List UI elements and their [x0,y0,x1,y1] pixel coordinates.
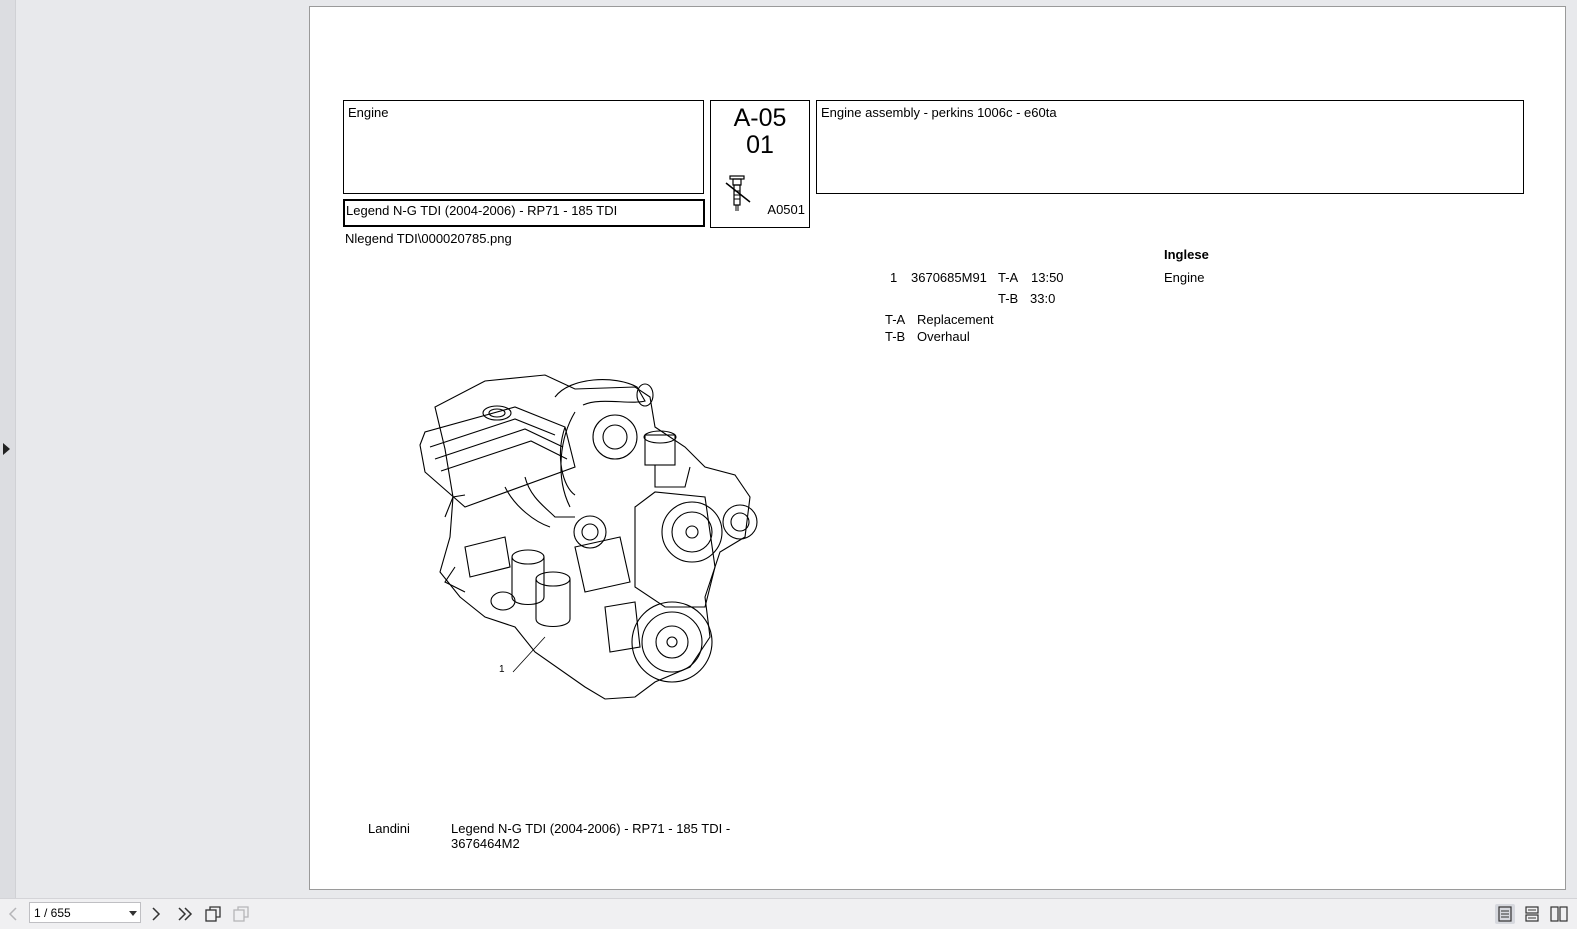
group-title: Engine [348,105,389,120]
footer-brand: Landini [368,821,410,836]
copy-icon [205,906,221,922]
model-title: Legend N-G TDI (2004-2006) - RP71 - 185 … [346,203,618,218]
legend-meaning: Replacement [917,312,994,327]
copy-page-button[interactable] [203,903,223,925]
section-code-line1: A-05 [733,104,787,132]
chevron-right-icon [152,907,161,921]
dropdown-arrow-icon [129,911,137,916]
time-b-value: 33:0 [1030,291,1056,306]
legend-code: T-A [885,312,906,327]
section-ref: A0501 [767,202,805,217]
viewer-toolbar: 1 / 655 [0,898,1577,929]
part-description: Engine [1164,270,1205,285]
sidebar-rail [0,0,16,898]
page-indicator: 1 / 655 [34,906,71,920]
prev-page-button[interactable] [5,903,21,925]
last-page-button[interactable] [175,903,195,925]
assembly-title: Engine assembly - perkins 1006c - e60ta [821,105,1057,120]
assembly-title-box: Engine assembly - perkins 1006c - e60ta [816,100,1524,194]
document-page: Engine Legend N-G TDI (2004-2006) - RP71… [309,6,1566,890]
page-number-select[interactable]: 1 / 655 [29,902,141,923]
double-chevron-right-icon [178,907,193,921]
footer-model: Legend N-G TDI (2004-2006) - RP71 - 185 … [451,821,731,836]
duplicate-icon [233,906,249,922]
legend-code: T-B [885,329,906,344]
chevron-left-icon [8,907,17,921]
image-path: Nlegend TDI\000020785.png [345,231,512,246]
group-title-box: Engine [343,100,704,194]
section-code-box: A-05 01 A0501 [710,100,810,228]
sidebar-expand-icon[interactable] [3,443,10,455]
time-a-code: T-A [998,270,1019,285]
continuous-view-button[interactable] [1522,904,1542,924]
drawing-callout: 1 [499,664,505,675]
language-header: Inglese [1164,247,1209,262]
continuous-page-icon [1525,906,1539,922]
next-page-button[interactable] [148,903,164,925]
model-box: Legend N-G TDI (2004-2006) - RP71 - 185 … [343,199,705,227]
two-page-view-button[interactable] [1549,904,1569,924]
section-code-line2: 01 [746,131,774,159]
single-page-icon [1498,906,1512,922]
engine-drawing [419,374,758,700]
fuel-injector-icon [725,175,751,211]
paste-page-button[interactable] [231,903,251,925]
part-ref: 1 [890,270,898,285]
part-number: 3670685M91 [911,270,987,285]
footer-model-code: 3676464M2 [451,836,520,851]
time-b-code: T-B [998,291,1019,306]
two-page-icon [1550,906,1568,922]
legend-meaning: Overhaul [917,329,970,344]
time-a-value: 13:50 [1031,270,1064,285]
single-page-view-button[interactable] [1495,904,1515,924]
